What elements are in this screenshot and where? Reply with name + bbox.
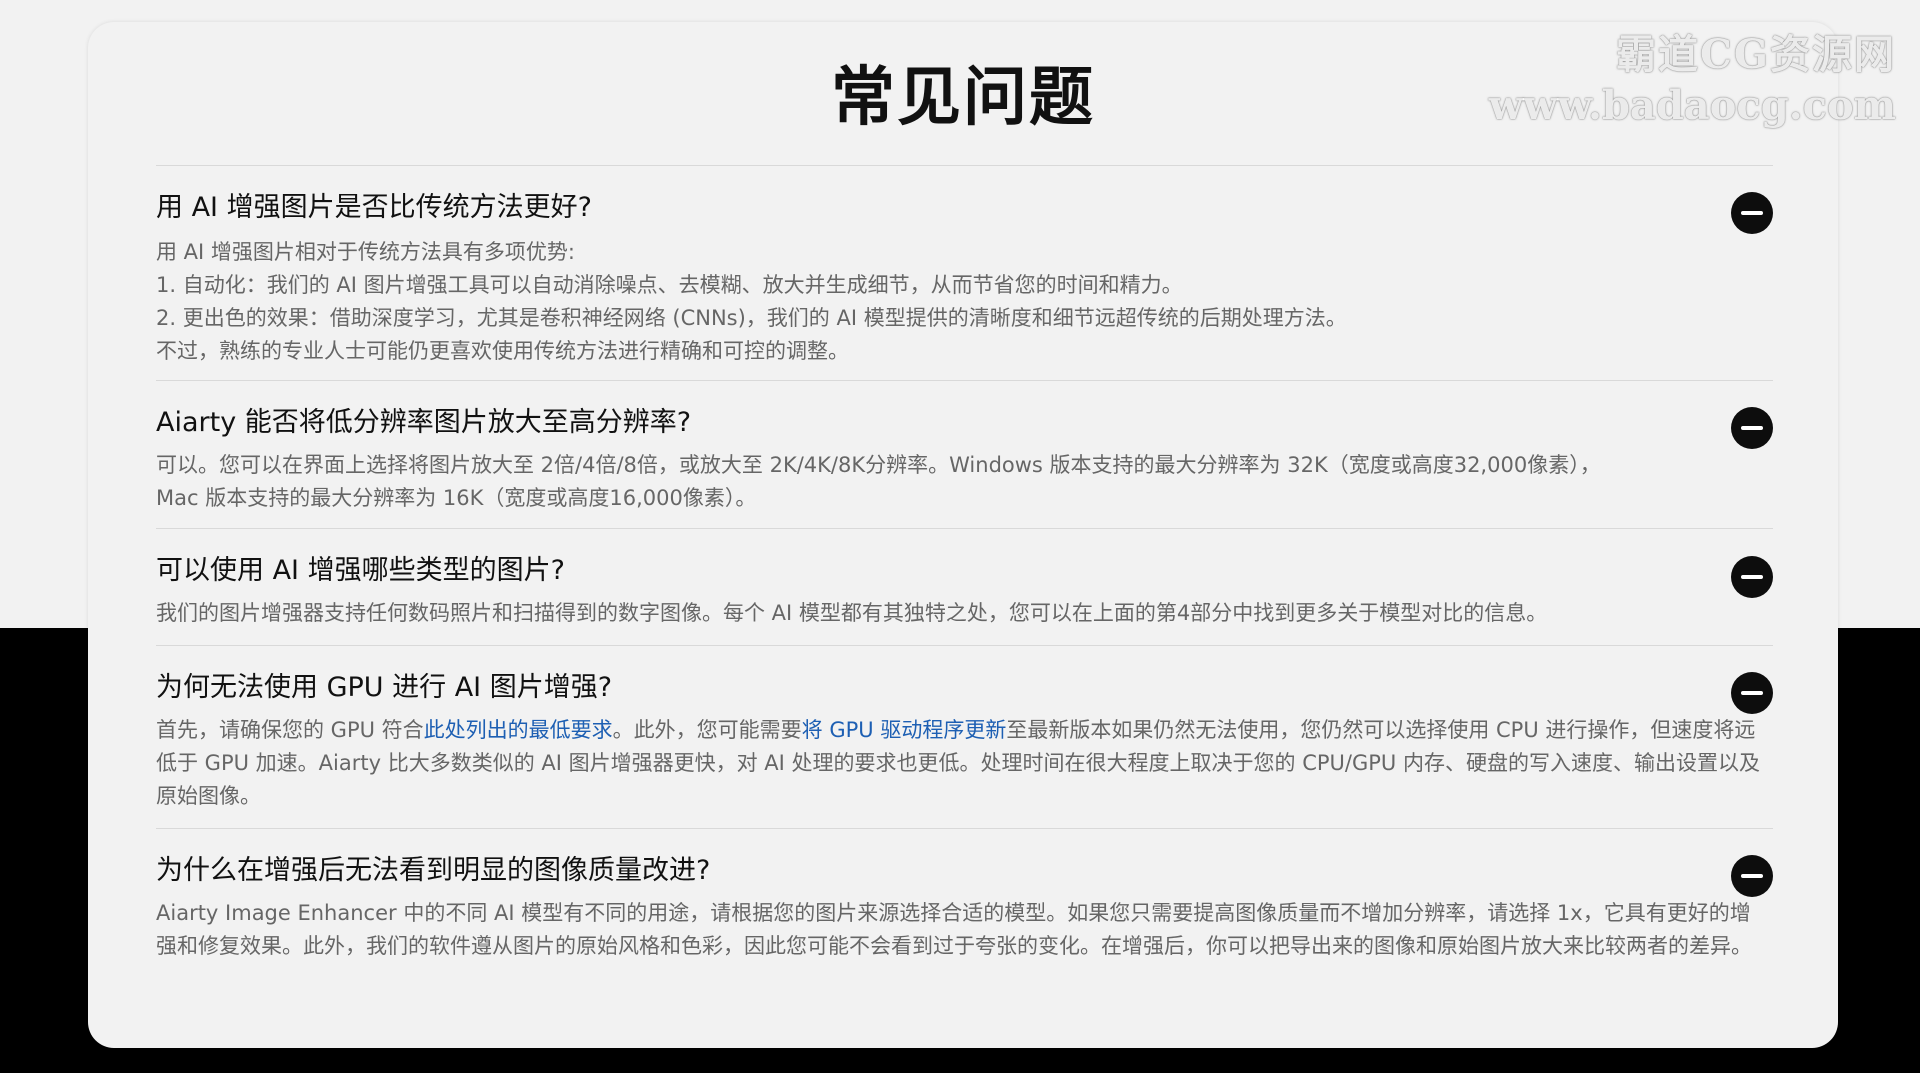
faq-list: 用 AI 增强图片是否比传统方法更好? 用 AI 增强图片相对于传统方法具有多项… — [156, 165, 1773, 1029]
minus-circle-icon — [1741, 691, 1763, 695]
faq-answer: Aiarty Image Enhancer 中的不同 AI 模型有不同的用途，请… — [156, 889, 1773, 963]
faq-item: 可以使用 AI 增强哪些类型的图片? 我们的图片增强器支持任何数码照片和扫描得到… — [156, 528, 1773, 645]
minus-circle-icon — [1741, 575, 1763, 579]
faq-question[interactable]: 可以使用 AI 增强哪些类型的图片? — [156, 529, 1773, 589]
answer-line: 可以。您可以在界面上选择将图片放大至 2倍/4倍/8倍，或放大至 2K/4K/8… — [156, 453, 1601, 477]
answer-line: Mac 版本支持的最大分辨率为 16K（宽度或高度16,000像素）。 — [156, 486, 757, 510]
faq-question[interactable]: 用 AI 增强图片是否比传统方法更好? — [156, 166, 1773, 226]
answer-line: Aiarty Image Enhancer 中的不同 AI 模型有不同的用途，请… — [156, 901, 1752, 958]
faq-question[interactable]: 为何无法使用 GPU 进行 AI 图片增强? — [156, 646, 1773, 706]
collapse-toggle-button[interactable] — [1731, 855, 1773, 897]
answer-line: 不过，熟练的专业人士可能仍更喜欢使用传统方法进行精确和可控的调整。 — [156, 339, 849, 363]
faq-item: 为何无法使用 GPU 进行 AI 图片增强? 首先，请确保您的 GPU 符合此处… — [156, 645, 1773, 828]
faq-item: Aiarty 能否将低分辨率图片放大至高分辨率? 可以。您可以在界面上选择将图片… — [156, 380, 1773, 528]
answer-line: 2. 更出色的效果：借助深度学习，尤其是卷积神经网络 (CNNs)，我们的 AI… — [156, 306, 1347, 330]
minimum-requirements-link[interactable]: 此处列出的最低要求 — [424, 718, 613, 742]
page-title: 常见问题 — [831, 61, 1095, 135]
faq-answer: 用 AI 增强图片相对于传统方法具有多项优势: 1. 自动化：我们的 AI 图片… — [156, 226, 1773, 368]
faq-question[interactable]: Aiarty 能否将低分辨率图片放大至高分辨率? — [156, 381, 1773, 441]
minus-circle-icon — [1741, 426, 1763, 430]
collapse-toggle-button[interactable] — [1731, 407, 1773, 449]
answer-text: 。此外，您可能需要 — [612, 718, 802, 742]
update-gpu-driver-link[interactable]: 将 GPU 驱动程序更新 — [802, 718, 1007, 742]
faq-item: 用 AI 增强图片是否比传统方法更好? 用 AI 增强图片相对于传统方法具有多项… — [156, 165, 1773, 380]
minus-circle-icon — [1741, 211, 1763, 215]
minus-circle-icon — [1741, 874, 1763, 878]
answer-line: 我们的图片增强器支持任何数码照片和扫描得到的数字图像。每个 AI 模型都有其独特… — [156, 601, 1548, 625]
answer-line: 1. 自动化：我们的 AI 图片增强工具可以自动消除噪点、去模糊、放大并生成细节… — [156, 273, 1183, 297]
collapse-toggle-button[interactable] — [1731, 556, 1773, 598]
answer-line: 用 AI 增强图片相对于传统方法具有多项优势: — [156, 240, 575, 264]
collapse-toggle-button[interactable] — [1731, 192, 1773, 234]
faq-answer: 我们的图片增强器支持任何数码照片和扫描得到的数字图像。每个 AI 模型都有其独特… — [156, 589, 1773, 630]
answer-text: 首先，请确保您的 GPU 符合 — [156, 718, 424, 742]
faq-card: 常见问题 用 AI 增强图片是否比传统方法更好? 用 AI 增强图片相对于传统方… — [88, 22, 1838, 1048]
faq-answer: 可以。您可以在界面上选择将图片放大至 2倍/4倍/8倍，或放大至 2K/4K/8… — [156, 441, 1773, 515]
faq-answer: 首先，请确保您的 GPU 符合此处列出的最低要求。此外，您可能需要将 GPU 驱… — [156, 706, 1773, 813]
faq-question[interactable]: 为什么在增强后无法看到明显的图像质量改进? — [156, 829, 1773, 889]
faq-item: 为什么在增强后无法看到明显的图像质量改进? Aiarty Image Enhan… — [156, 828, 1773, 1029]
collapse-toggle-button[interactable] — [1731, 672, 1773, 714]
